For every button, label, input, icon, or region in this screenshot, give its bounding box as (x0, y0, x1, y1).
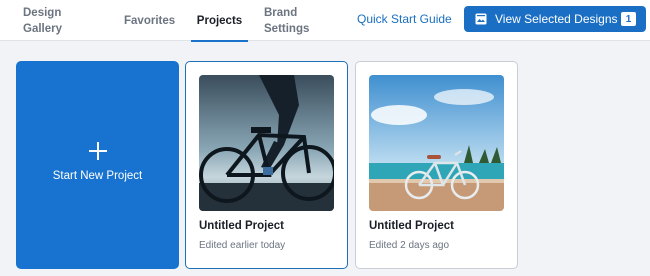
image-icon (475, 13, 487, 25)
project-card[interactable]: Untitled Project Edited 2 days ago (355, 61, 518, 269)
plus-icon (88, 141, 107, 160)
project-title: Untitled Project (199, 220, 284, 232)
start-new-project-label: Start New Project (52, 169, 143, 182)
project-thumbnail (199, 75, 334, 211)
tab-design-gallery-line2: Gallery (23, 22, 62, 35)
tab-brand-settings[interactable]: Brand Settings (264, 0, 324, 41)
project-card[interactable]: Untitled Project Edited earlier today (185, 61, 348, 269)
tab-brand-settings-line2: Settings (264, 22, 310, 35)
tab-favorites[interactable]: Favorites (124, 0, 180, 41)
selected-count-badge: 1 (621, 12, 636, 26)
tab-design-gallery-line1: Design (23, 6, 62, 19)
view-selected-designs-button[interactable]: View Selected Designs 1 (464, 6, 646, 32)
start-new-project-card[interactable]: Start New Project (16, 61, 179, 269)
view-selected-designs-label: View Selected Designs (495, 12, 618, 26)
project-edited-time: Edited earlier today (199, 240, 286, 251)
tab-brand-settings-line1: Brand (264, 6, 298, 19)
top-nav-bar: Design Gallery Favorites Projects Brand … (0, 0, 650, 42)
project-thumbnail (369, 75, 504, 211)
project-edited-time: Edited 2 days ago (369, 240, 450, 251)
quick-start-guide-link[interactable]: Quick Start Guide (357, 0, 452, 38)
tab-favorites-label: Favorites (124, 14, 176, 27)
active-tab-indicator (191, 40, 248, 42)
tab-design-gallery[interactable]: Design Gallery (23, 0, 83, 41)
beach-bicycle-image (369, 75, 504, 211)
bicycle-silhouette-image (199, 75, 334, 211)
project-title: Untitled Project (369, 220, 454, 232)
tab-projects-label: Projects (196, 14, 243, 27)
tab-projects[interactable]: Projects (191, 0, 248, 42)
